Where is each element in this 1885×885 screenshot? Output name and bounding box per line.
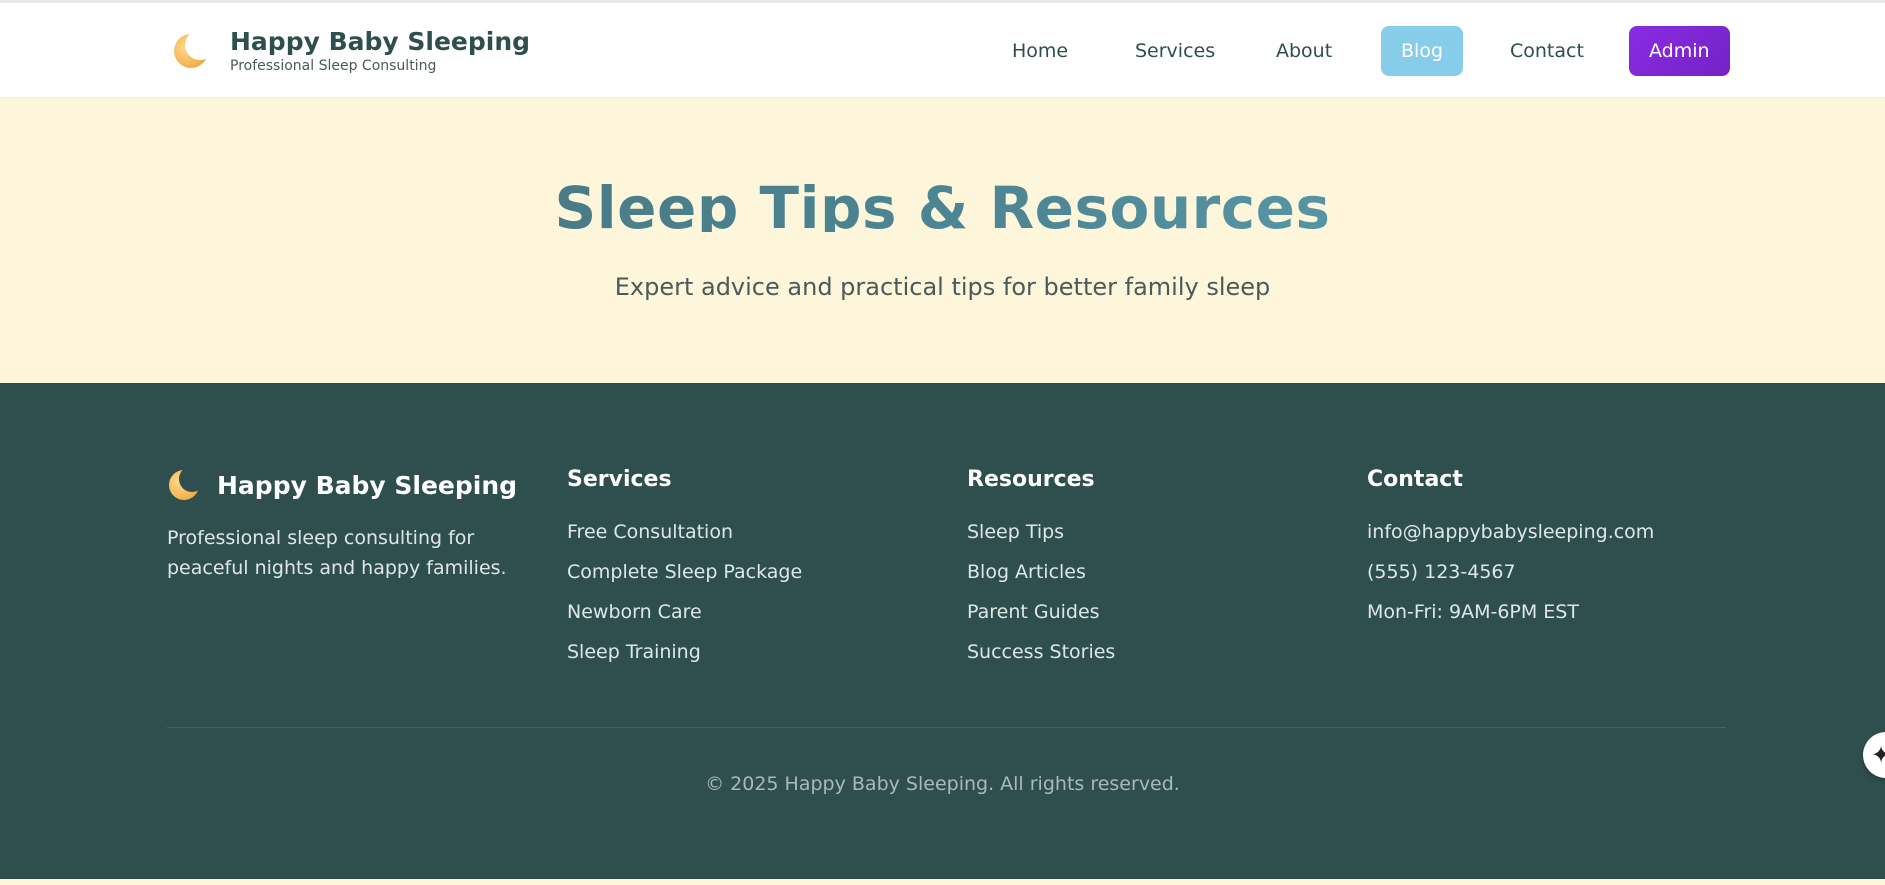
footer-link-sleep-training[interactable]: Sleep Training <box>567 632 802 672</box>
footer-link-complete-sleep-package[interactable]: Complete Sleep Package <box>567 552 802 592</box>
footer-brand-title: Happy Baby Sleeping <box>217 470 518 500</box>
nav-about[interactable]: About <box>1256 26 1352 76</box>
footer-heading-services: Services <box>567 467 672 492</box>
brand-subtitle: Professional Sleep Consulting <box>230 58 437 74</box>
footer-link-free-consultation[interactable]: Free Consultation <box>567 512 802 552</box>
crescent-moon-icon <box>172 30 215 70</box>
footer-link-blog-articles[interactable]: Blog Articles <box>967 552 1115 592</box>
nav-services[interactable]: Services <box>1115 26 1235 76</box>
crescent-moon-icon <box>167 466 205 502</box>
footer-heading-contact: Contact <box>1367 467 1463 492</box>
nav-blog[interactable]: Blog <box>1381 26 1463 76</box>
hero-section: Sleep Tips & Resources Expert advice and… <box>0 99 1885 383</box>
footer-link-newborn-care[interactable]: Newborn Care <box>567 592 802 632</box>
site-header: Happy Baby Sleeping Professional Sleep C… <box>0 3 1885 98</box>
footer-link-success-stories[interactable]: Success Stories <box>967 632 1115 672</box>
footer-heading-resources: Resources <box>967 467 1095 492</box>
footer-contact-email[interactable]: info@happybabysleeping.com <box>1367 512 1654 552</box>
footer-column-contact: Contact info@happybabysleeping.com (555)… <box>1367 466 1654 632</box>
footer-column-resources: Resources Sleep Tips Blog Articles Paren… <box>967 466 1115 672</box>
brand-title: Happy Baby Sleeping <box>230 27 531 56</box>
footer-brand: Happy Baby Sleeping <box>167 466 518 502</box>
footer-link-parent-guides[interactable]: Parent Guides <box>967 592 1115 632</box>
brand-logo[interactable]: Happy Baby Sleeping Professional Sleep C… <box>172 27 530 75</box>
nav-home[interactable]: Home <box>992 26 1088 76</box>
sparkle-icon: ✦ <box>1871 741 1885 769</box>
nav-contact[interactable]: Contact <box>1490 26 1604 76</box>
admin-button[interactable]: Admin <box>1629 26 1730 76</box>
footer-column-services: Services Free Consultation Complete Slee… <box>567 466 802 672</box>
footer-contact-phone: (555) 123-4567 <box>1367 561 1516 583</box>
footer-copyright: © 2025 Happy Baby Sleeping. All rights r… <box>705 773 1180 795</box>
footer-contact-hours: Mon-Fri: 9AM-6PM EST <box>1367 601 1579 623</box>
page-subtitle: Expert advice and practical tips for bet… <box>614 273 1271 301</box>
site-footer: Happy Baby Sleeping Professional sleep c… <box>0 383 1885 879</box>
page-title: Sleep Tips & Resources <box>0 178 1885 232</box>
footer-divider <box>167 727 1726 728</box>
brand-text: Happy Baby Sleeping Professional Sleep C… <box>230 27 530 75</box>
footer-description: Professional sleep consulting for peacef… <box>167 527 507 579</box>
footer-link-sleep-tips[interactable]: Sleep Tips <box>967 512 1115 552</box>
bottom-strip <box>0 879 1885 885</box>
